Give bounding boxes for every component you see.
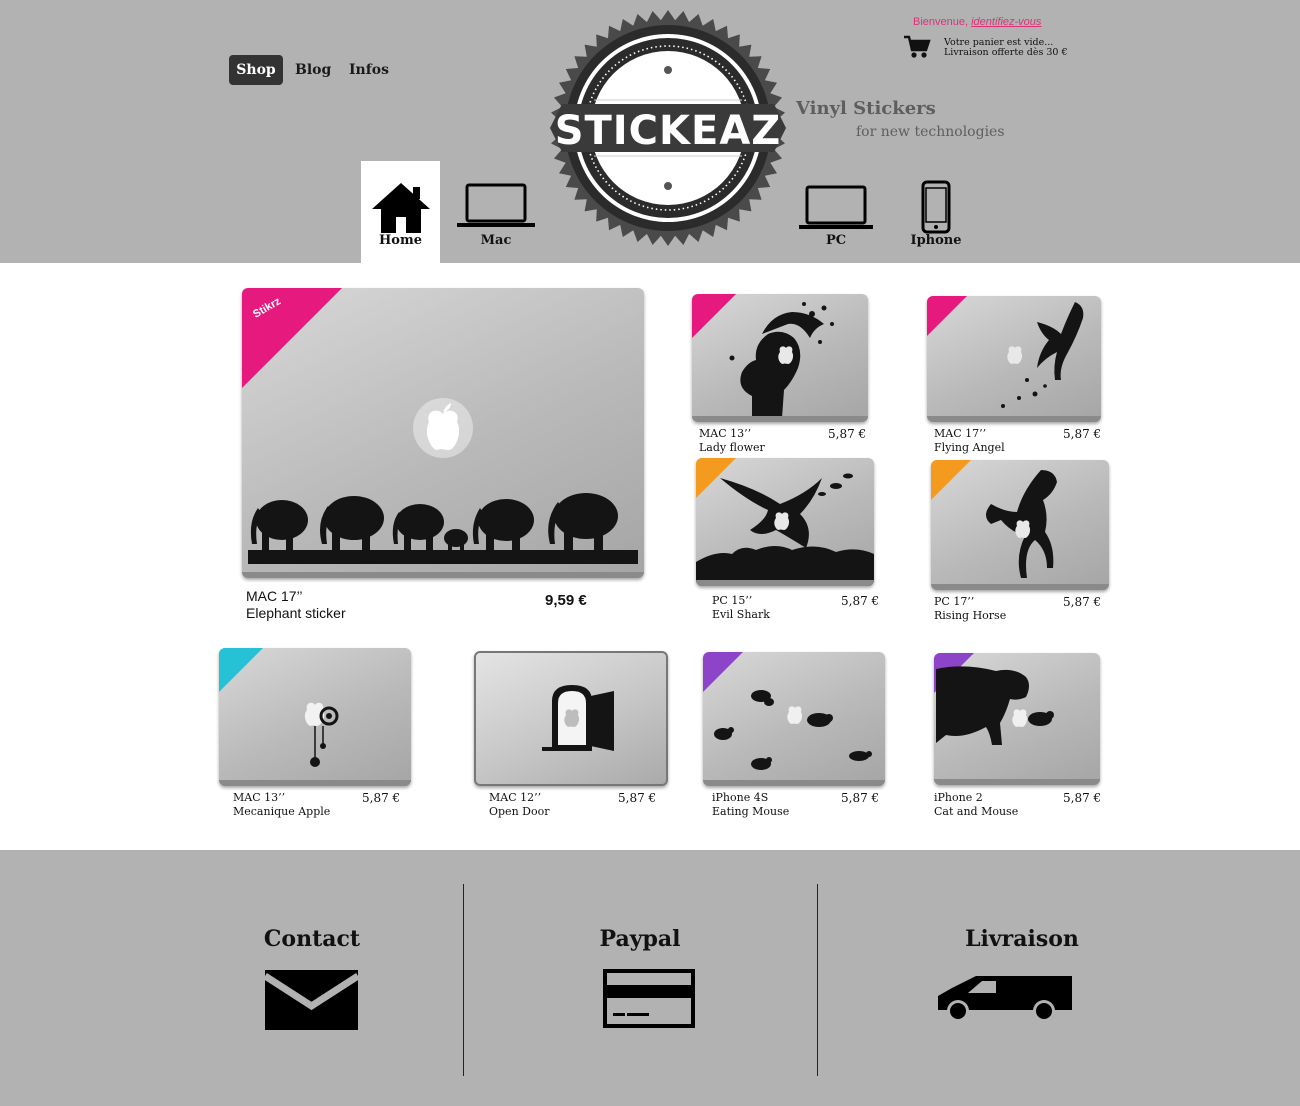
product-name[interactable]: Evil Shark [712, 608, 770, 621]
nav-infos[interactable]: Infos [349, 55, 389, 85]
product-price: 5,87 € [828, 427, 867, 441]
product-image[interactable] [927, 296, 1101, 422]
mecanique-apple-art [304, 702, 339, 767]
product-image[interactable] [931, 460, 1109, 590]
footer-contact-title[interactable]: Contact [212, 926, 412, 952]
product-card[interactable]: PC 17’’ Rising Horse 5,87 € [929, 460, 1115, 628]
stickeaz-logo[interactable]: STICKEAZ [548, 8, 788, 248]
open-door-art [542, 685, 614, 751]
product-price: 5,87 € [1063, 791, 1102, 805]
footer-livraison-title[interactable]: Livraison [922, 926, 1122, 952]
product-name[interactable]: Elephant sticker [246, 605, 346, 622]
footer-paypal-title[interactable]: Paypal [540, 926, 740, 952]
product-model: iPhone 4S [712, 791, 769, 804]
welcome-text: Bienvenue, [913, 16, 969, 28]
category-iphone[interactable]: Iphone [900, 161, 972, 263]
tagline-main: Vinyl Stickers [796, 98, 936, 119]
site-header: Shop Blog Infos Bienvenue, identifiez-vo… [0, 0, 1300, 263]
product-card[interactable]: PC 15’’ Evil Shark 5,87 € [694, 458, 884, 626]
product-card[interactable]: MAC 13’’ Lady flower 5,87 € [690, 294, 876, 458]
nav-blog[interactable]: Blog [295, 55, 331, 85]
category-home-label: Home [379, 233, 422, 248]
eating-mouse-art [714, 690, 872, 770]
nav-shop[interactable]: Shop [229, 55, 283, 85]
product-name[interactable]: Open Door [489, 805, 549, 818]
footer-divider [463, 884, 464, 1076]
product-card[interactable]: MAC 12’’ Open Door 5,87 € [474, 651, 670, 821]
credit-card-icon[interactable] [603, 969, 695, 1028]
cart-status[interactable]: Votre panier est vide... Livraison offer… [944, 38, 1068, 58]
product-name[interactable]: Cat and Mouse [934, 805, 1018, 818]
laptop-icon [457, 183, 535, 227]
product-name[interactable]: Rising Horse [934, 609, 1006, 622]
product-model: MAC 17’’ [246, 588, 303, 604]
product-name[interactable]: Lady flower [699, 441, 765, 454]
welcome-message: Bienvenue, identifiez-vous [913, 16, 1041, 28]
home-icon [371, 183, 430, 233]
product-model: MAC 13’’ [233, 791, 286, 804]
category-pc-label: PC [825, 233, 847, 248]
apple-logo-icon [413, 398, 473, 458]
tagline-sub: for new technologies [856, 124, 1005, 140]
product-price: 5,87 € [841, 791, 880, 805]
cat-and-mouse-art [936, 666, 1054, 745]
product-price: 5,87 € [1063, 427, 1102, 441]
evil-shark-art [696, 473, 874, 586]
product-model: PC 15’’ [712, 594, 753, 607]
category-home[interactable]: Home [361, 161, 440, 263]
product-name[interactable]: Flying Angel [934, 441, 1005, 454]
site-footer: Contact Paypal Livraison [0, 850, 1300, 1106]
product-image[interactable] [696, 458, 874, 586]
product-model: iPhone 2 [934, 791, 983, 804]
category-pc[interactable]: PC [798, 161, 874, 263]
product-image[interactable] [219, 648, 411, 786]
product-name[interactable]: Mecanique Apple [233, 805, 330, 818]
elephant-art [248, 398, 638, 564]
product-image[interactable]: Stikrz [242, 288, 644, 578]
cart-icon[interactable] [903, 34, 931, 60]
logo-text: STICKEAZ [555, 108, 782, 154]
product-price: 5,87 € [841, 594, 880, 608]
product-model: PC 17’’ [934, 595, 975, 608]
category-mac-label: Mac [480, 233, 512, 248]
flying-angel-art [1001, 302, 1084, 408]
product-price: 5,87 € [362, 791, 401, 805]
product-card[interactable]: iPhone 2 Cat and Mouse 5,87 € [934, 653, 1106, 821]
truck-icon[interactable] [938, 972, 1073, 1024]
product-name[interactable]: Eating Mouse [712, 805, 789, 818]
category-iphone-label: Iphone [910, 233, 962, 248]
rising-horse-art [986, 470, 1057, 578]
product-image[interactable] [474, 651, 668, 786]
lady-flower-art [729, 302, 834, 418]
product-model: MAC 12’’ [489, 791, 542, 804]
login-link[interactable]: identifiez-vous [971, 16, 1041, 28]
phone-icon [921, 180, 951, 234]
envelope-icon[interactable] [265, 970, 358, 1030]
product-image[interactable] [703, 652, 885, 786]
free-shipping-text: Livraison offerte dès 30 € [944, 47, 1068, 58]
product-card[interactable]: MAC 13’’ Mecanique Apple 5,87 € [219, 648, 415, 820]
footer-divider [817, 884, 818, 1076]
category-mac[interactable]: Mac [456, 161, 536, 263]
product-price: 5,87 € [618, 791, 657, 805]
laptop-icon [799, 185, 873, 229]
product-card[interactable]: MAC 17’’ Flying Angel 5,87 € [925, 296, 1111, 458]
product-card[interactable]: Stikrz MAC 17’’ Elephant sticker 9,59 € [236, 288, 654, 644]
product-price: 5,87 € [1063, 595, 1102, 609]
product-model: MAC 17’’ [934, 427, 987, 440]
product-card[interactable]: iPhone 4S Eating Mouse 5,87 € [703, 652, 889, 822]
product-price: 9,59 € [545, 592, 587, 609]
product-image[interactable] [934, 653, 1100, 785]
product-image[interactable] [692, 294, 868, 422]
product-model: MAC 13’’ [699, 427, 752, 440]
